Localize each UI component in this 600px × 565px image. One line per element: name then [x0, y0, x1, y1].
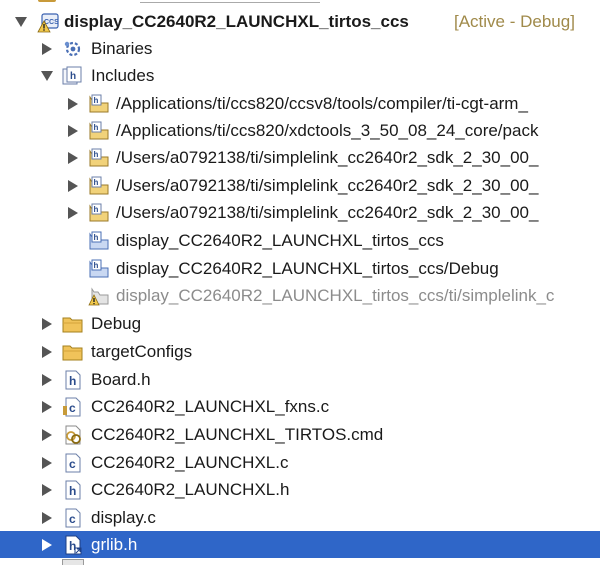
tree-item-file[interactable]: c CC2640R2_LAUNCHXL.c	[0, 449, 600, 476]
file-label: grlib.h	[91, 535, 138, 554]
include-path-item[interactable]: h display_CC2640R2_LAUNCHXL_tirtos_ccs/D…	[0, 255, 600, 282]
tree-item-file[interactable]: c CC2640R2_LAUNCHXL_fxns.c	[0, 393, 600, 420]
expanded-twistie-icon[interactable]	[40, 62, 54, 89]
tree-item-includes[interactable]: h Includes	[0, 62, 600, 89]
folder-label: Debug	[91, 314, 142, 333]
include-path-item[interactable]: h /Users/a0792138/ti/simplelink_cc2640r2…	[0, 172, 600, 199]
project-explorer-tree: CCS display_CC2640R2_LAUNCHXL_tirtos_ccs…	[0, 0, 600, 565]
header-file-icon: h	[62, 480, 82, 500]
header-file-icon: h	[62, 370, 82, 390]
include-folder-icon: h	[88, 148, 109, 168]
svg-text:h: h	[94, 233, 99, 242]
collapsed-twistie-icon[interactable]	[66, 117, 80, 144]
project-row[interactable]: CCS display_CC2640R2_LAUNCHXL_tirtos_ccs…	[0, 8, 600, 35]
tree-item-file[interactable]: h CC2640R2_LAUNCHXL.h	[0, 476, 600, 503]
collapsed-twistie-icon[interactable]	[40, 504, 54, 531]
tree-item-file[interactable]: c display.c	[0, 504, 600, 531]
collapsed-twistie-icon[interactable]	[66, 172, 80, 199]
svg-text:h: h	[94, 96, 99, 105]
binaries-label: Binaries	[91, 39, 153, 58]
include-path-label: display_CC2640R2_LAUNCHXL_tirtos_ccs/Deb…	[116, 259, 499, 278]
file-label: display.c	[91, 508, 156, 527]
file-label: Board.h	[91, 370, 151, 389]
file-label: CC2640R2_LAUNCHXL.h	[91, 480, 290, 499]
tree-item-file[interactable]: CC2640R2_LAUNCHXL_TIRTOS.cmd	[0, 421, 600, 448]
include-folder-icon: h	[88, 203, 109, 223]
svg-text:h: h	[94, 261, 99, 270]
collapsed-twistie-icon[interactable]	[40, 310, 54, 337]
include-folder-icon: h	[88, 121, 109, 141]
collapsed-twistie-icon[interactable]	[40, 338, 54, 365]
linker-command-file-icon	[62, 425, 82, 445]
include-path-item[interactable]: h /Users/a0792138/ti/simplelink_cc2640r2…	[0, 144, 600, 171]
svg-text:h: h	[94, 123, 99, 132]
include-folder-icon: h	[88, 176, 109, 196]
svg-text:h: h	[94, 150, 99, 159]
include-path-item[interactable]: h /Applications/ti/ccs820/ccsv8/tools/co…	[0, 90, 600, 117]
file-label: CC2640R2_LAUNCHXL_fxns.c	[91, 397, 330, 416]
tree-item-folder-debug[interactable]: Debug	[0, 310, 600, 337]
include-folder-icon: h	[88, 94, 109, 114]
collapsed-twistie-icon[interactable]	[40, 449, 54, 476]
svg-text:h: h	[94, 178, 99, 187]
include-path-item[interactable]: h /Applications/ti/ccs820/xdctools_3_50_…	[0, 117, 600, 144]
workspace-include-icon: h	[88, 259, 109, 279]
binaries-icon	[62, 39, 82, 59]
collapsed-twistie-icon[interactable]	[40, 476, 54, 503]
include-path-label: /Applications/ti/ccs820/xdctools_3_50_08…	[116, 121, 539, 140]
svg-text:h: h	[69, 374, 76, 388]
ccs-project-icon: CCS	[36, 12, 60, 33]
includes-icon: h	[62, 66, 82, 86]
tree-item-folder-targetconfigs[interactable]: targetConfigs	[0, 338, 600, 365]
workspace-include-icon: h	[88, 231, 109, 251]
file-label: CC2640R2_LAUNCHXL_TIRTOS.cmd	[91, 425, 384, 444]
collapsed-twistie-icon[interactable]	[40, 421, 54, 448]
tree-item-file-selected[interactable]: h grlib.h	[0, 531, 600, 558]
project-name: display_CC2640R2_LAUNCHXL_tirtos_ccs	[64, 12, 409, 31]
includes-label: Includes	[91, 66, 155, 85]
tree-item-file[interactable]: h Board.h	[0, 366, 600, 393]
partial-row-above-text	[140, 0, 320, 3]
collapsed-twistie-icon[interactable]	[40, 35, 54, 62]
file-label: CC2640R2_LAUNCHXL.c	[91, 453, 289, 472]
linked-header-file-icon: h	[62, 535, 82, 555]
folder-icon	[62, 314, 83, 334]
include-path-label: /Applications/ti/ccs820/ccsv8/tools/comp…	[116, 94, 528, 113]
collapsed-twistie-icon[interactable]	[66, 199, 80, 226]
source-file-icon: c	[62, 508, 82, 528]
folder-icon	[62, 342, 83, 362]
source-file-icon: c	[62, 397, 82, 417]
collapsed-twistie-icon[interactable]	[40, 366, 54, 393]
collapsed-twistie-icon[interactable]	[40, 393, 54, 420]
missing-include-warning-icon	[88, 286, 109, 306]
folder-label: targetConfigs	[91, 342, 193, 361]
partial-file-icon	[62, 559, 84, 565]
include-path-label: /Users/a0792138/ti/simplelink_cc2640r2_s…	[116, 176, 539, 195]
partial-row-above	[0, 0, 600, 4]
svg-text:c: c	[69, 457, 76, 471]
collapsed-twistie-icon[interactable]	[40, 531, 54, 558]
include-path-item[interactable]: h display_CC2640R2_LAUNCHXL_tirtos_ccs	[0, 227, 600, 254]
svg-text:c: c	[69, 512, 76, 526]
include-path-item-missing[interactable]: display_CC2640R2_LAUNCHXL_tirtos_ccs/ti/…	[0, 282, 600, 309]
include-path-label: display_CC2640R2_LAUNCHXL_tirtos_ccs	[116, 231, 444, 250]
svg-text:h: h	[69, 484, 76, 498]
collapsed-twistie-icon[interactable]	[66, 90, 80, 117]
svg-text:h: h	[70, 71, 76, 82]
svg-text:h: h	[94, 205, 99, 214]
svg-text:c: c	[69, 401, 76, 415]
include-path-label: display_CC2640R2_LAUNCHXL_tirtos_ccs/ti/…	[116, 286, 555, 305]
tree-item-binaries[interactable]: Binaries	[0, 35, 600, 62]
project-decoration: [Active - Debug]	[454, 12, 575, 31]
expanded-twistie-icon[interactable]	[14, 8, 28, 35]
folder-icon	[38, 0, 56, 2]
include-path-label: /Users/a0792138/ti/simplelink_cc2640r2_s…	[116, 203, 539, 222]
collapsed-twistie-icon[interactable]	[66, 144, 80, 171]
source-file-icon: c	[62, 453, 82, 473]
include-path-item[interactable]: h /Users/a0792138/ti/simplelink_cc2640r2…	[0, 199, 600, 226]
include-path-label: /Users/a0792138/ti/simplelink_cc2640r2_s…	[116, 148, 539, 167]
